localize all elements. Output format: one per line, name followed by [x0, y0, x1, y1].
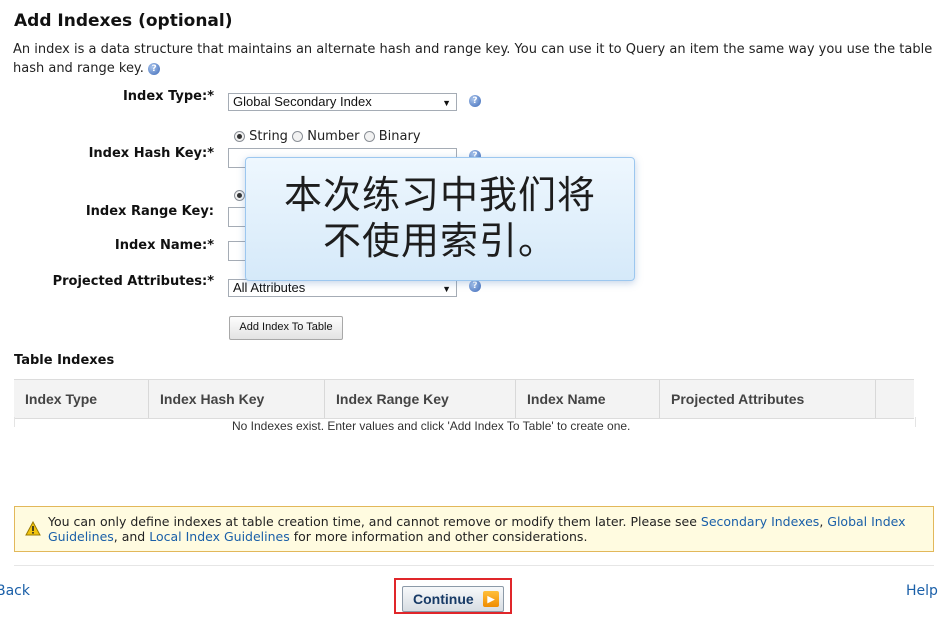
radio-number[interactable] [292, 131, 304, 142]
caption-overlay: 本次练习中我们将 不使用索引。 [245, 157, 635, 281]
index-hash-key-label: Index Hash Key:* [88, 146, 214, 161]
range-key-radio[interactable] [234, 190, 245, 201]
continue-button[interactable]: Continue ▶ [402, 586, 504, 612]
divider [14, 565, 934, 566]
index-type-value: Global Secondary Index [233, 94, 372, 109]
caption-text: 本次练习中我们将 不使用索引。 [246, 172, 634, 264]
hash-key-type-radios: String Number Binary [234, 129, 421, 144]
back-link[interactable]: Back [0, 583, 30, 599]
warning-text-after: for more information and other considera… [289, 529, 588, 544]
column-header-index-hash-key[interactable]: Index Hash Key [149, 380, 325, 418]
column-header-index-type[interactable]: Index Type [14, 380, 149, 418]
projected-attributes-select[interactable]: All Attributes ▼ [228, 279, 457, 297]
warning-icon [25, 521, 41, 536]
radio-string-label: String [249, 129, 288, 144]
warning-sep-2: , and [113, 529, 150, 544]
column-header-index-range-key[interactable]: Index Range Key [325, 380, 516, 418]
local-index-guidelines-link[interactable]: Local Index Guidelines [149, 529, 290, 544]
warning-text-before: You can only define indexes at table cre… [48, 514, 701, 529]
caption-line-2: 不使用索引。 [322, 219, 557, 263]
dropdown-arrow-icon: ▼ [442, 284, 451, 294]
radio-binary-label: Binary [378, 129, 421, 144]
help-icon[interactable]: ? [469, 95, 481, 107]
index-type-label: Index Type:* [122, 89, 214, 104]
help-link[interactable]: Help [906, 583, 938, 599]
add-index-to-table-button[interactable]: Add Index To Table [229, 316, 343, 340]
column-header-index-name[interactable]: Index Name [516, 380, 660, 418]
warning-box: You can only define indexes at table cre… [14, 506, 934, 552]
empty-table-message: No Indexes exist. Enter values and click… [232, 419, 631, 433]
column-header-projected-attributes[interactable]: Projected Attributes [660, 380, 876, 418]
projected-attributes-label: Projected Attributes:* [52, 274, 214, 289]
dropdown-arrow-icon: ▼ [442, 98, 451, 108]
secondary-indexes-link[interactable]: Secondary Indexes [701, 514, 819, 529]
intro-text: An index is a data structure that mainta… [13, 40, 933, 78]
radio-binary[interactable] [363, 131, 375, 142]
radio-number-label: Number [307, 129, 360, 144]
projected-attributes-value: All Attributes [233, 280, 306, 295]
index-type-select[interactable]: Global Secondary Index ▼ [228, 93, 457, 111]
index-range-key-label: Index Range Key: [85, 204, 214, 219]
help-icon[interactable]: ? [148, 62, 161, 75]
radio-string[interactable] [234, 131, 245, 142]
page-title: Add Indexes (optional) [14, 11, 233, 31]
caption-line-1: 本次练习中我们将 [283, 173, 596, 217]
help-icon[interactable]: ? [469, 280, 481, 292]
table-indexes-title: Table Indexes [14, 353, 115, 368]
continue-label: Continue [413, 591, 474, 607]
arrow-right-icon: ▶ [483, 591, 499, 607]
table-header: Index Type Index Hash Key Index Range Ke… [14, 379, 914, 419]
index-name-label: Index Name:* [114, 238, 214, 253]
